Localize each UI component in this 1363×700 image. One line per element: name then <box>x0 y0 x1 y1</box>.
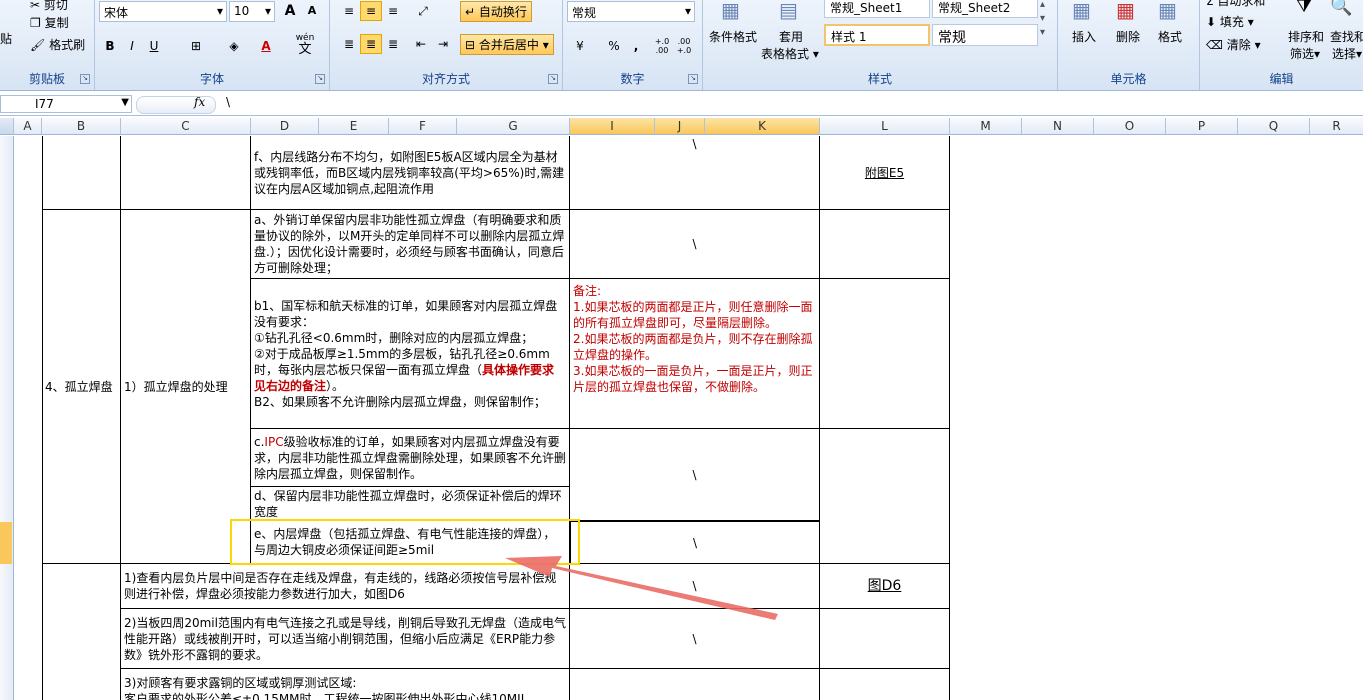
arrow-shape <box>505 556 778 620</box>
annotation-arrow <box>505 556 778 620</box>
